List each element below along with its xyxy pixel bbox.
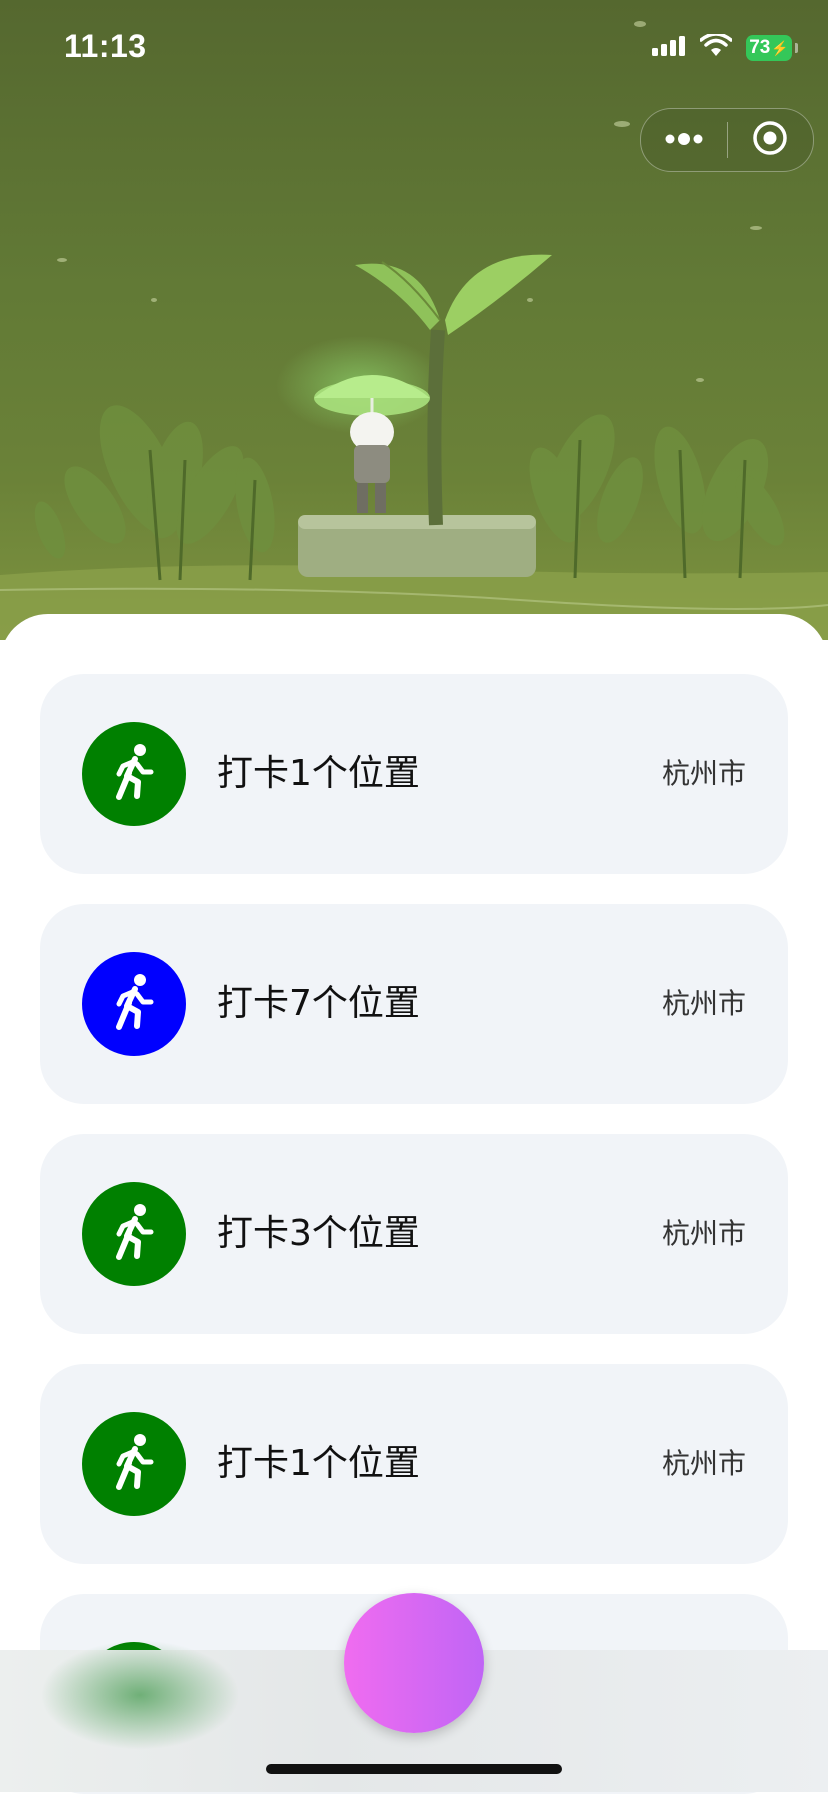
- status-icons: 73 ⚡: [652, 32, 798, 62]
- card-title: 打卡1个位置: [217, 1443, 420, 1484]
- list-item[interactable]: 打卡7个位置 杭州市: [40, 904, 788, 1104]
- card-city: 杭州市: [661, 987, 746, 1020]
- activity-avatar: [82, 952, 186, 1056]
- status-bar: 11:13 73 ⚡: [0, 0, 828, 100]
- activity-avatar: [82, 1412, 186, 1516]
- card-city: 杭州市: [661, 1217, 746, 1250]
- close-miniprogram-button[interactable]: [728, 109, 814, 171]
- runner-icon: [107, 742, 161, 806]
- runner-icon: [107, 972, 161, 1036]
- blur-overlay: [40, 1640, 240, 1750]
- card-title: 打卡7个位置: [217, 983, 420, 1024]
- runner-icon: [107, 1432, 161, 1496]
- list-item[interactable]: 打卡1个位置 杭州市: [40, 674, 788, 874]
- activity-avatar: [82, 722, 186, 826]
- cellular-signal-icon: [652, 34, 686, 62]
- more-button[interactable]: [641, 109, 727, 171]
- target-close-icon: [752, 120, 788, 160]
- card-title: 打卡1个位置: [217, 753, 420, 794]
- card-city: 杭州市: [661, 1447, 746, 1480]
- list-item[interactable]: 打卡3个位置 杭州市: [40, 1134, 788, 1334]
- wifi-icon: [699, 32, 733, 62]
- more-dots-icon: [664, 131, 704, 150]
- battery-level-text: 73: [749, 37, 771, 58]
- miniprogram-capsule: [640, 108, 814, 172]
- card-city: 杭州市: [661, 757, 746, 790]
- home-indicator[interactable]: [266, 1764, 562, 1774]
- activity-avatar: [82, 1182, 186, 1286]
- floating-action-button[interactable]: [344, 1593, 484, 1733]
- list-item[interactable]: 打卡1个位置 杭州市: [40, 1364, 788, 1564]
- status-time: 11:13: [64, 28, 147, 64]
- runner-icon: [107, 1202, 161, 1266]
- battery-indicator: 73 ⚡: [746, 35, 798, 61]
- charging-bolt-icon: ⚡: [771, 39, 789, 56]
- card-title: 打卡3个位置: [217, 1213, 420, 1254]
